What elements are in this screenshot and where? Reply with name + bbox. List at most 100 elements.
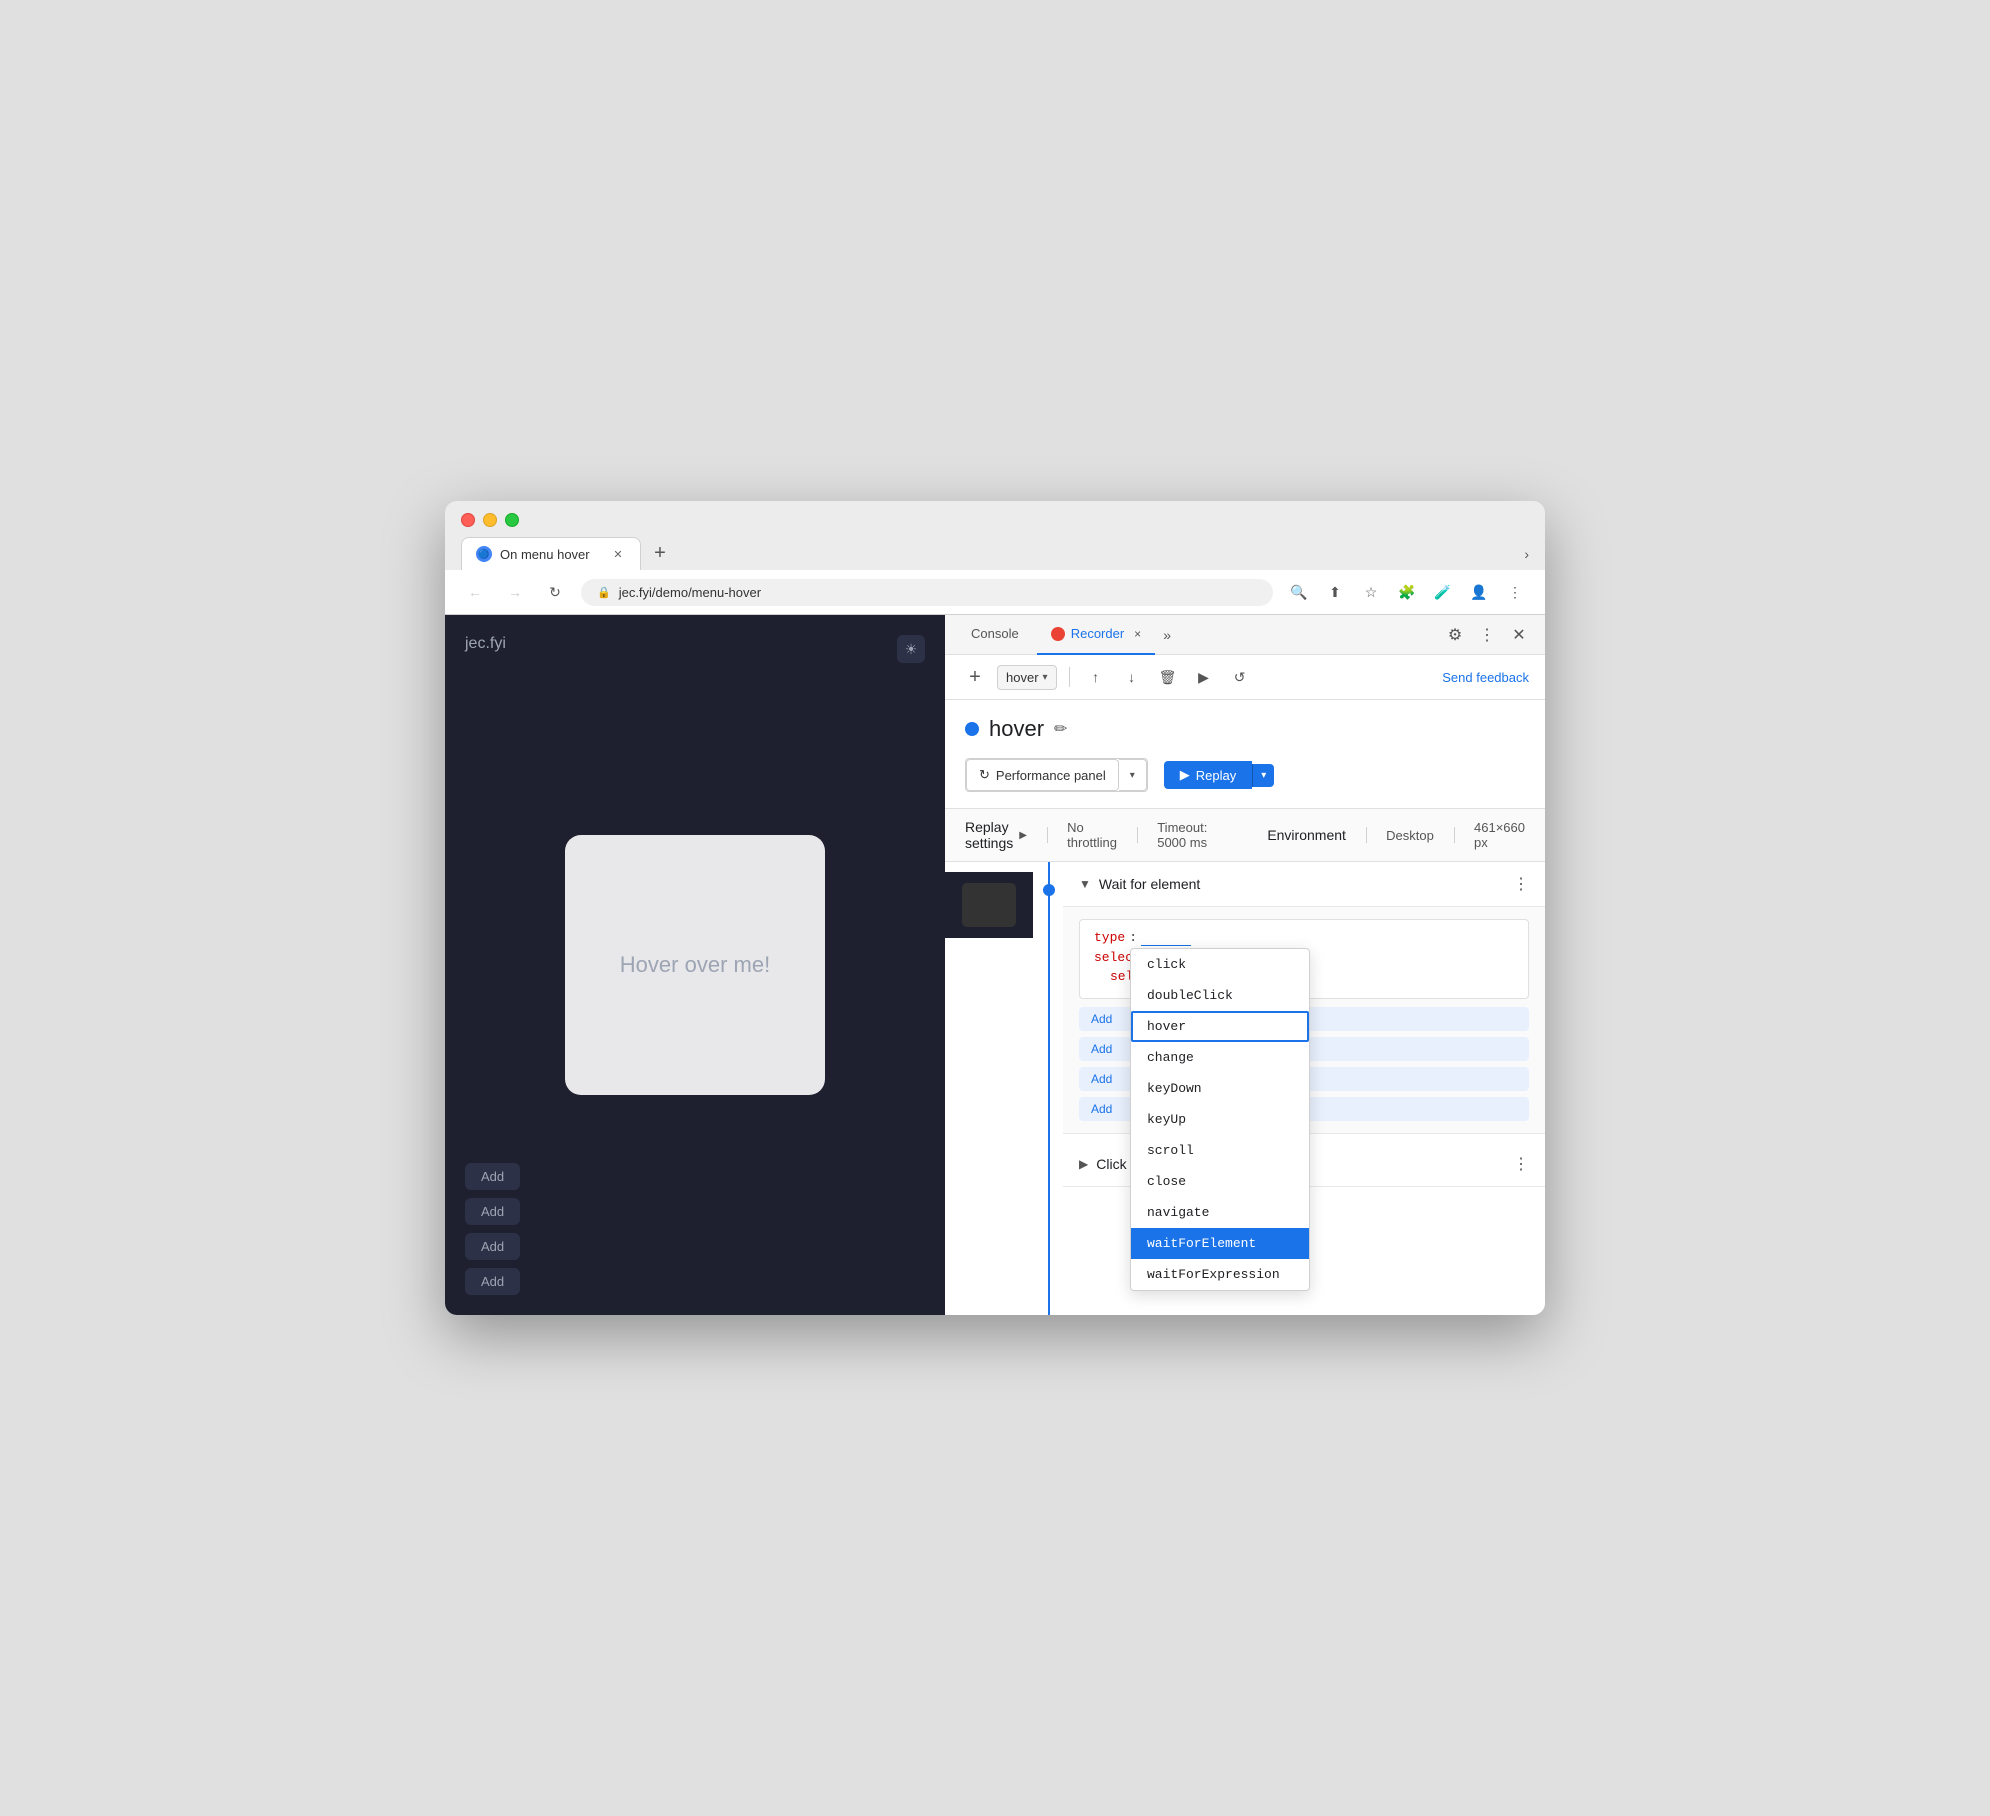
search-icon[interactable]: 🔍	[1285, 578, 1313, 606]
lock-icon: 🔒	[597, 586, 611, 599]
performance-panel-dropdown-button[interactable]: ▾	[1119, 759, 1147, 791]
type-input[interactable]	[1141, 930, 1191, 946]
timeline-dot-1	[1043, 884, 1055, 896]
replay-play-icon: ▶	[1180, 767, 1190, 783]
tab-close-button[interactable]: ✕	[610, 546, 626, 562]
hover-card-text: Hover over me!	[620, 952, 770, 978]
replay-history-button[interactable]: ↺	[1226, 663, 1254, 691]
replay-settings-button[interactable]: Replay settings ▶	[965, 819, 1027, 851]
dropdown-item-doubleclick[interactable]: doubleClick	[1131, 980, 1309, 1011]
profile-icon[interactable]: 👤	[1465, 578, 1493, 606]
browser-window: 🔵 On menu hover ✕ + › ← → ↻ 🔒 jec.fyi/de…	[445, 501, 1545, 1315]
add-button-2[interactable]: Add	[465, 1198, 520, 1225]
new-tab-button[interactable]: +	[645, 539, 675, 569]
step-page-preview	[945, 872, 1033, 938]
step-expand-icon: ▼	[1079, 877, 1091, 891]
devtools-panel: Console Recorder × » ⚙ ⋮ ✕ + hover ▾	[945, 615, 1545, 1315]
webpage-panel: jec.fyi ☀ Hover over me! Add Add Add Add	[445, 615, 945, 1315]
add-button-3[interactable]: Add	[465, 1233, 520, 1260]
download-recording-button[interactable]: ↓	[1118, 663, 1146, 691]
dropdown-item-close[interactable]: close	[1131, 1166, 1309, 1197]
dropdown-item-keyup[interactable]: keyUp	[1131, 1104, 1309, 1135]
upload-recording-button[interactable]: ↑	[1082, 663, 1110, 691]
step-wait-for-element-content: type : selectors : sel	[1063, 906, 1545, 1133]
dropdown-item-navigate[interactable]: navigate	[1131, 1197, 1309, 1228]
devtools-more-tabs-icon[interactable]: »	[1159, 627, 1175, 643]
site-title: jec.fyi	[465, 635, 506, 653]
dropdown-item-waitforexpression[interactable]: waitForExpression	[1131, 1259, 1309, 1290]
recorder-toolbar: + hover ▾ ↑ ↓ 🗑 ▶ ↺ Send feedback	[945, 655, 1545, 700]
send-feedback-link[interactable]: Send feedback	[1442, 670, 1529, 685]
dropdown-item-scroll[interactable]: scroll	[1131, 1135, 1309, 1166]
steps-list: ▼ Wait for element ⋮ type :	[1063, 862, 1545, 1315]
type-colon: :	[1129, 930, 1137, 945]
add-button-4[interactable]: Add	[465, 1268, 520, 1295]
dropdown-item-waitforelement[interactable]: waitForElement	[1131, 1228, 1309, 1259]
dropdown-item-click[interactable]: click	[1131, 949, 1309, 980]
edit-name-icon[interactable]: ✏	[1054, 719, 1067, 739]
tab-favicon: 🔵	[476, 546, 492, 562]
devtools-close-icon[interactable]: ✕	[1505, 621, 1533, 649]
recording-status-dot	[965, 722, 979, 736]
step-wait-for-element-title: Wait for element	[1099, 876, 1200, 892]
minimize-button[interactable]	[483, 513, 497, 527]
recording-header: hover ✏ ↻ Performance panel ▾ ▶	[945, 700, 1545, 809]
no-throttling-label: No throttling	[1067, 820, 1117, 850]
devtools-header: Console Recorder × » ⚙ ⋮ ✕	[945, 615, 1545, 655]
maximize-button[interactable]	[505, 513, 519, 527]
more-tabs-button[interactable]: ›	[1524, 546, 1529, 570]
step-wait-for-element-header[interactable]: ▼ Wait for element ⋮	[1063, 862, 1545, 906]
back-button[interactable]: ←	[461, 578, 489, 606]
tab-console[interactable]: Console	[957, 615, 1033, 655]
browser-tab[interactable]: 🔵 On menu hover ✕	[461, 537, 641, 570]
hover-card: Hover over me!	[565, 835, 825, 1095]
play-recording-button[interactable]: ▶	[1190, 663, 1218, 691]
lab-icon[interactable]: 🧪	[1429, 578, 1457, 606]
toolbar-separator	[1069, 667, 1070, 687]
recording-name-label: hover	[989, 716, 1044, 742]
timeline-line	[1048, 862, 1050, 1315]
step-click-expand-icon: ▶	[1079, 1157, 1088, 1171]
type-dropdown-menu[interactable]: click doubleClick hover change keyDown k…	[1130, 948, 1310, 1291]
share-icon[interactable]: ⬆	[1321, 578, 1349, 606]
replay-dropdown-button[interactable]: ▾	[1252, 764, 1274, 787]
tab-recorder[interactable]: Recorder ×	[1037, 615, 1155, 655]
reload-button[interactable]: ↻	[541, 578, 569, 606]
delete-recording-button[interactable]: 🗑	[1154, 663, 1182, 691]
bookmark-icon[interactable]: ☆	[1357, 578, 1385, 606]
devtools-more-menu-icon[interactable]: ⋮	[1473, 621, 1501, 649]
url-bar[interactable]: 🔒 jec.fyi/demo/menu-hover	[581, 579, 1273, 606]
step-wait-for-element: ▼ Wait for element ⋮ type :	[1063, 862, 1545, 1134]
dropdown-item-keydown[interactable]: keyDown	[1131, 1073, 1309, 1104]
dropdown-item-change[interactable]: change	[1131, 1042, 1309, 1073]
step-click-more-icon[interactable]: ⋮	[1513, 1154, 1529, 1174]
replay-main-button[interactable]: ▶ Replay	[1164, 761, 1252, 789]
tab-bar: 🔵 On menu hover ✕ + ›	[461, 537, 1529, 570]
recording-select-chevron-icon: ▾	[1043, 672, 1048, 683]
add-button-1[interactable]: Add	[465, 1163, 520, 1190]
add-buttons-area: Add Add Add Add	[465, 1163, 520, 1295]
type-field-row: type :	[1094, 930, 1514, 946]
add-recording-button[interactable]: +	[961, 663, 989, 691]
center-timeline	[1035, 862, 1063, 1315]
close-button[interactable]	[461, 513, 475, 527]
type-key: type	[1094, 930, 1125, 945]
perf-panel-label: Performance panel	[996, 768, 1106, 783]
main-content: jec.fyi ☀ Hover over me! Add Add Add Add…	[445, 615, 1545, 1315]
extensions-icon[interactable]: 🧩	[1393, 578, 1421, 606]
url-text: jec.fyi/demo/menu-hover	[619, 585, 761, 600]
theme-toggle-button[interactable]: ☀	[897, 635, 925, 663]
performance-panel-button[interactable]: ↻ Performance panel	[966, 759, 1119, 791]
recording-title-row: hover ✏	[965, 716, 1525, 742]
replay-label: Replay	[1196, 768, 1236, 783]
step-more-menu-icon[interactable]: ⋮	[1513, 874, 1529, 894]
forward-button[interactable]: →	[501, 578, 529, 606]
dropdown-item-hover[interactable]: hover	[1131, 1011, 1309, 1042]
tab-recorder-close-icon[interactable]: ×	[1134, 627, 1141, 641]
devtools-gear-icon[interactable]: ⚙	[1441, 621, 1469, 649]
recording-select[interactable]: hover ▾	[997, 665, 1057, 690]
timeout-label: Timeout: 5000 ms	[1157, 820, 1207, 850]
replay-settings-chevron-icon: ▶	[1019, 830, 1027, 841]
chrome-menu-icon[interactable]: ⋮	[1501, 578, 1529, 606]
environment-title-label: Environment	[1267, 827, 1346, 843]
